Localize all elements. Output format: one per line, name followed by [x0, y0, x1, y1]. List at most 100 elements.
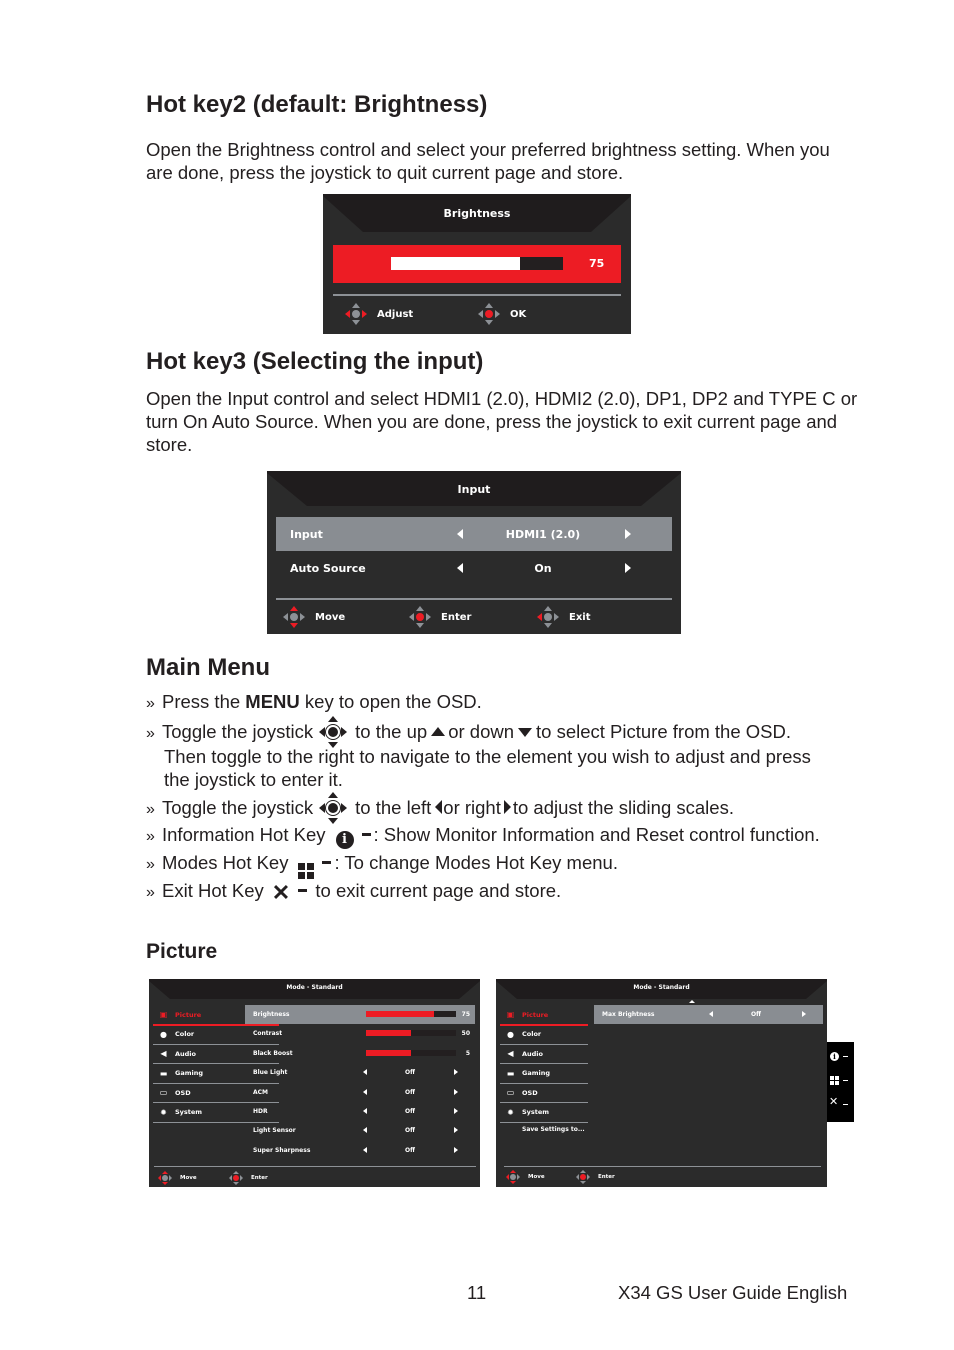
- modes-icon: [298, 863, 315, 879]
- arrow-left-icon[interactable]: [363, 1147, 367, 1153]
- joystick-press-icon: [576, 1170, 590, 1184]
- picture-icon: ▣: [506, 1010, 515, 1019]
- slider-row-black-boost[interactable]: Black Boost 5: [245, 1044, 475, 1063]
- arrow-right-icon[interactable]: [454, 1127, 458, 1133]
- input-row-value: HDMI1 (2.0): [505, 528, 581, 541]
- option-label: ACM: [253, 1089, 269, 1096]
- arrow-left-icon[interactable]: [363, 1108, 367, 1114]
- page-number: 11: [467, 1282, 487, 1303]
- bullet-text: Toggle the joystick: [162, 797, 314, 818]
- joystick-icon: [319, 792, 348, 825]
- arrow-right-icon[interactable]: [802, 1011, 806, 1017]
- arrow-left-icon[interactable]: [457, 563, 463, 573]
- menu-item-label: System: [522, 1108, 550, 1116]
- arrow-right-icon[interactable]: [625, 529, 631, 539]
- option-value: Off: [405, 1089, 415, 1096]
- footer-enter: Enter: [409, 606, 471, 628]
- arrow-left-icon[interactable]: [363, 1089, 367, 1095]
- bullet-text: to the left: [355, 797, 432, 818]
- option-row-max-brightness[interactable]: Max Brightness Off: [594, 1005, 823, 1024]
- brightness-slider[interactable]: [391, 257, 563, 270]
- menu-item-label: Gaming: [522, 1069, 551, 1077]
- footer-enter-label: Enter: [441, 611, 472, 623]
- info-icon[interactable]: i: [830, 1052, 839, 1061]
- input-osd: Input Input HDMI1 (2.0) Auto Source On M…: [267, 471, 681, 634]
- brightness-row[interactable]: 75: [333, 245, 621, 283]
- slider-fill: [366, 1050, 411, 1056]
- menu-item-gaming[interactable]: ▬ Gaming: [500, 1064, 588, 1084]
- bullet-text: Then toggle to the right to navigate to …: [164, 746, 811, 767]
- arrow-left-icon[interactable]: [363, 1127, 367, 1133]
- footer-enter: Enter: [229, 1171, 268, 1185]
- slider-track[interactable]: [366, 1050, 456, 1056]
- osd-divider: [333, 294, 621, 296]
- option-label: HDR: [253, 1108, 268, 1115]
- picture-osd-secondary: Mode - Standard ▣ Picture ● Color ◀ Audio ▬ Gam…: [496, 979, 827, 1187]
- osd-divider: [154, 1166, 476, 1167]
- menu-item-color[interactable]: ● Color: [500, 1025, 588, 1045]
- joystick-left-right-icon: [345, 303, 367, 325]
- menu-item-label: OSD: [175, 1088, 191, 1097]
- arrow-right-icon[interactable]: [454, 1108, 458, 1114]
- bullet-text: the joystick to enter it.: [164, 769, 343, 790]
- hotkey3-heading: Hot key3 (Selecting the input): [146, 348, 484, 375]
- joystick-press-icon: [229, 1171, 243, 1185]
- joystick-press-icon: [409, 606, 431, 628]
- auto-source-row[interactable]: Auto Source On: [276, 551, 672, 585]
- modes-icon[interactable]: [830, 1076, 839, 1085]
- footer-move-label: Move: [180, 1175, 197, 1181]
- osd-title: Brightness: [443, 207, 511, 220]
- gear-icon: ✹: [507, 1107, 514, 1117]
- slider-label: Brightness: [253, 1011, 290, 1018]
- menu-item-picture[interactable]: ▣ Picture: [500, 1005, 588, 1026]
- bullet-text: to select Picture from the OSD.: [536, 721, 791, 742]
- menu-item-audio[interactable]: ◀ Audio: [500, 1044, 588, 1064]
- footer-adjust-label: Adjust: [377, 308, 414, 320]
- option-row-hdr[interactable]: HDR Off: [245, 1102, 475, 1121]
- option-row-acm[interactable]: ACM Off: [245, 1083, 475, 1102]
- slider-row-brightness[interactable]: Brightness 75: [245, 1005, 475, 1024]
- arrow-right-icon[interactable]: [625, 563, 631, 573]
- slider-track[interactable]: [366, 1011, 456, 1017]
- slider-track[interactable]: [366, 1030, 456, 1036]
- scroll-up-icon[interactable]: [689, 1000, 695, 1003]
- menu-item-label: Picture: [522, 1010, 549, 1019]
- bullet-toggle-left-right: » Toggle the joystick to the left or right t…: [146, 792, 866, 825]
- menu-item-osd[interactable]: ▭ OSD: [500, 1083, 588, 1103]
- arrow-right-icon[interactable]: [454, 1147, 458, 1153]
- menu-item-label: Gaming: [175, 1069, 204, 1077]
- info-icon: i: [335, 831, 354, 849]
- bullet-menu-key: » Press the MENU key to open the OSD.: [146, 690, 866, 715]
- bullet-text: : Show Monitor Information and Reset con…: [373, 824, 820, 845]
- close-icon: ✕: [271, 880, 291, 905]
- bullet-info-hotkey: » Information Hot Key i: Show Monitor Info…: [146, 823, 866, 849]
- input-row[interactable]: Input HDMI1 (2.0): [276, 517, 672, 551]
- footer-ok: OK: [478, 303, 526, 325]
- save-settings-item[interactable]: Save Settings to...: [522, 1126, 585, 1133]
- arrow-left-icon[interactable]: [457, 529, 463, 539]
- picture-heading: Picture: [146, 940, 218, 963]
- menu-item-label: OSD: [522, 1088, 538, 1097]
- arrow-left-icon[interactable]: [363, 1069, 367, 1075]
- arrow-right-icon[interactable]: [454, 1089, 458, 1095]
- bullet-chevron-icon: »: [146, 695, 155, 712]
- menu-item-system[interactable]: ✹ System: [500, 1103, 588, 1123]
- arrow-left-icon[interactable]: [709, 1011, 713, 1017]
- speaker-icon: ◀: [507, 1049, 514, 1058]
- slider-fill: [366, 1030, 411, 1036]
- option-value: Off: [405, 1147, 415, 1154]
- option-label: Super Sharpness: [253, 1147, 311, 1154]
- dash-icon: [322, 861, 332, 864]
- close-icon[interactable]: ✕: [829, 1097, 838, 1108]
- down-arrow-icon: [518, 728, 533, 737]
- option-row-super-sharpness[interactable]: Super Sharpness Off: [245, 1141, 475, 1160]
- arrow-right-icon[interactable]: [454, 1069, 458, 1075]
- option-row-light-sensor[interactable]: Light Sensor Off: [245, 1121, 475, 1140]
- bullet-text: or right: [443, 797, 501, 818]
- option-row-blue-light[interactable]: Blue Light Off: [245, 1063, 475, 1082]
- bullet-text: Exit Hot Key: [162, 880, 264, 901]
- left-arrow-icon: [435, 800, 443, 814]
- gamepad-icon: ▬: [506, 1068, 515, 1078]
- slider-row-contrast[interactable]: Contrast 50: [245, 1024, 475, 1043]
- option-label: Light Sensor: [253, 1127, 296, 1134]
